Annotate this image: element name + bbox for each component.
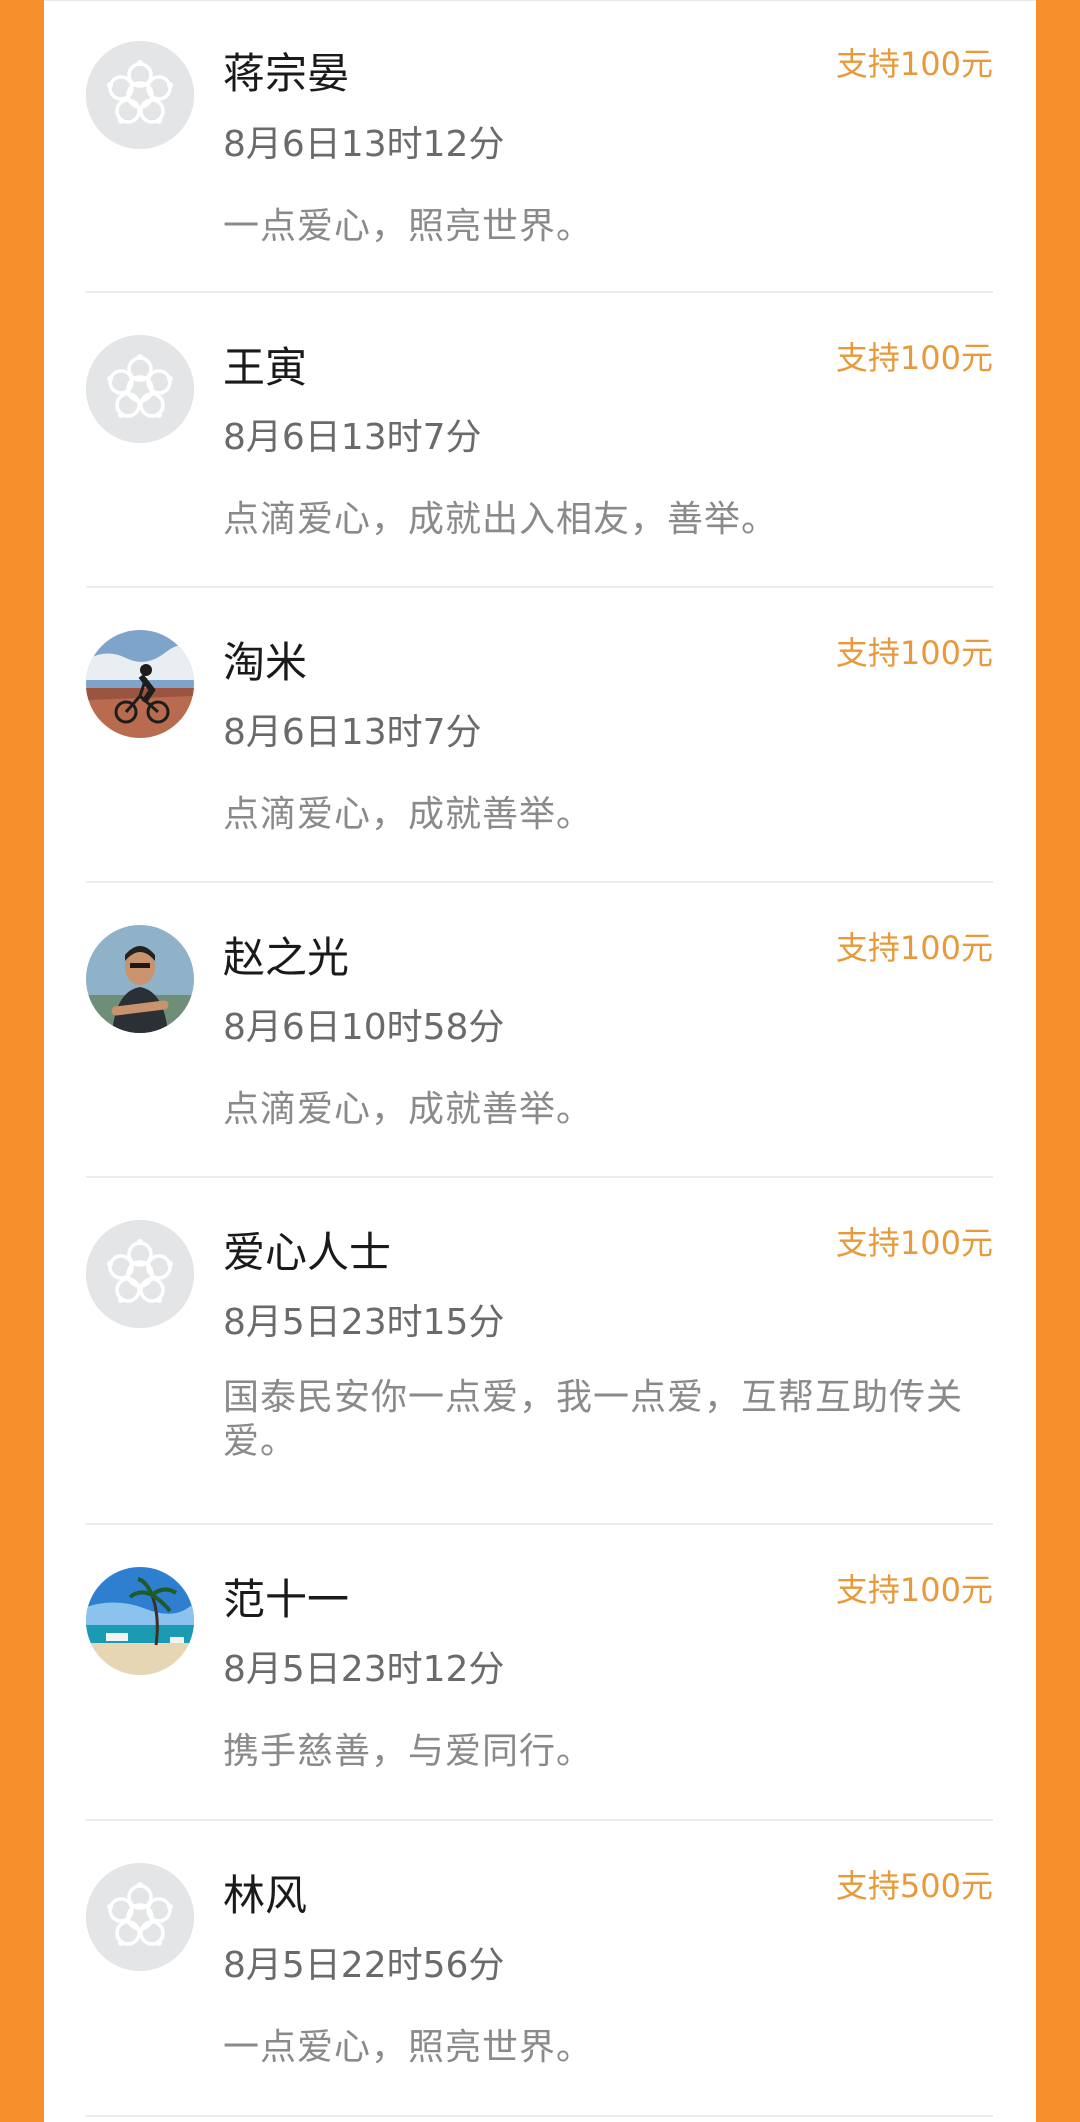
- supporters-panel: 蒋宗晏 支持100元 8月6日13时12分 一点爱心，照亮世界。 王寅 支持10…: [44, 0, 1036, 2122]
- support-amount: 支持100元: [835, 634, 993, 672]
- avatar: [86, 335, 194, 443]
- supporter-name: 王寅: [223, 343, 308, 392]
- supporter-item[interactable]: 林风 支持500元 8月5日22时56分 一点爱心，照亮世界。: [86, 1821, 993, 2117]
- avatar: [86, 1220, 194, 1328]
- support-message: 携手慈善，与爱同行。: [223, 1731, 594, 1772]
- beach-photo-avatar-icon: [86, 1567, 194, 1675]
- supporter-name: 范十一: [223, 1575, 350, 1624]
- avatar: [86, 1863, 194, 1971]
- support-time: 8月5日23时12分: [223, 1649, 505, 1690]
- man-photo-avatar-icon: [86, 925, 194, 1033]
- supporter-item[interactable]: 蒋宗晏 支持100元 8月6日13时12分 一点爱心，照亮世界。: [86, 1, 993, 293]
- supporter-item[interactable]: 淘米 支持100元 8月6日13时7分 点滴爱心，成就善举。: [86, 588, 993, 883]
- avatar: [86, 630, 194, 738]
- support-message: 点滴爱心，成就善举。: [223, 1089, 594, 1130]
- support-message: 点滴爱心，成就出入相友，善举。: [223, 499, 779, 540]
- supporter-name: 淘米: [223, 638, 308, 687]
- supporter-name: 林风: [223, 1871, 308, 1920]
- support-message: 一点爱心，照亮世界。: [223, 2027, 594, 2068]
- default-flower-avatar-icon: [86, 41, 194, 149]
- support-time: 8月6日13时7分: [223, 712, 482, 753]
- support-message: 点滴爱心，成就善举。: [223, 794, 594, 835]
- support-amount: 支持100元: [835, 1224, 993, 1262]
- support-amount: 支持100元: [835, 1571, 993, 1609]
- avatar: [86, 925, 194, 1033]
- support-amount: 支持100元: [835, 339, 993, 377]
- avatar: [86, 1567, 194, 1675]
- support-message: 一点爱心，照亮世界。: [223, 206, 594, 247]
- supporter-list: 蒋宗晏 支持100元 8月6日13时12分 一点爱心，照亮世界。 王寅 支持10…: [86, 1, 993, 2117]
- supporter-item[interactable]: 赵之光 支持100元 8月6日10时58分 点滴爱心，成就善举。: [86, 883, 993, 1178]
- supporter-name: 蒋宗晏: [223, 49, 350, 98]
- default-flower-avatar-icon: [86, 1863, 194, 1971]
- supporter-name: 赵之光: [223, 933, 350, 982]
- cyclist-photo-avatar-icon: [86, 630, 194, 738]
- support-amount: 支持100元: [835, 45, 993, 83]
- support-time: 8月6日13时12分: [223, 124, 505, 165]
- supporter-item[interactable]: 范十一 支持100元 8月5日23时12分 携手慈善，与爱同行。: [86, 1525, 993, 1821]
- support-amount: 支持100元: [835, 929, 993, 967]
- support-time: 8月5日22时56分: [223, 1945, 505, 1986]
- default-flower-avatar-icon: [86, 335, 194, 443]
- support-time: 8月6日13时7分: [223, 417, 482, 458]
- support-time: 8月5日23时15分: [223, 1302, 505, 1343]
- support-amount: 支持500元: [835, 1867, 993, 1905]
- default-flower-avatar-icon: [86, 1220, 194, 1328]
- avatar: [86, 41, 194, 149]
- supporter-item[interactable]: 爱心人士 支持100元 8月5日23时15分 国泰民安你一点爱，我一点爱，互帮互…: [86, 1178, 993, 1525]
- supporter-item[interactable]: 王寅 支持100元 8月6日13时7分 点滴爱心，成就出入相友，善举。: [86, 293, 993, 588]
- support-time: 8月6日10时58分: [223, 1007, 505, 1048]
- support-message: 国泰民安你一点爱，我一点爱，互帮互助传关爱。: [223, 1377, 964, 1462]
- supporter-name: 爱心人士: [223, 1228, 392, 1277]
